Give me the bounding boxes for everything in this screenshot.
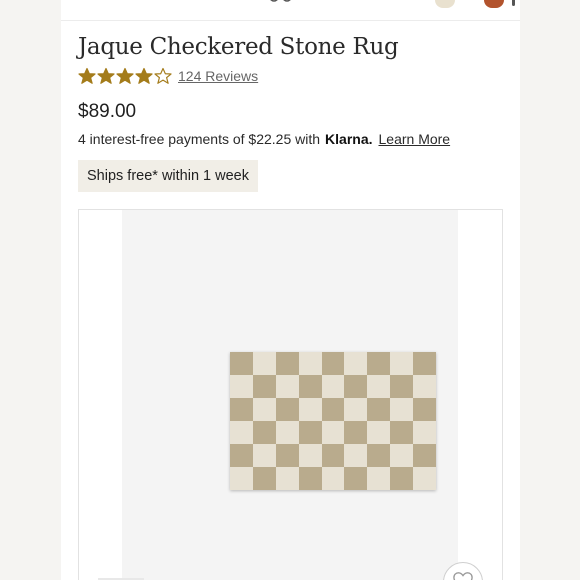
rug-check-square (298, 444, 322, 467)
product-image-gallery[interactable] (78, 209, 503, 580)
rug-check-square (413, 467, 436, 490)
learn-more-link[interactable]: Learn More (379, 131, 451, 147)
rug-check-square (252, 421, 276, 444)
rug-check-square (230, 375, 253, 398)
rug-check-square (321, 352, 345, 375)
product-card: Jaque Checkered Stone Rug 124 Reviews $8… (61, 0, 520, 580)
cart-icon[interactable] (435, 0, 455, 8)
rug-check-square (367, 375, 391, 398)
star-icon-filled (135, 67, 153, 84)
rug-check-square (390, 375, 414, 398)
rug-check-square (413, 444, 436, 467)
rating-stars (78, 67, 172, 85)
rug-check-square (390, 467, 414, 490)
rug-check-square (344, 467, 368, 490)
rug-check-square (275, 375, 299, 398)
rug-check-square (367, 421, 391, 444)
star-icon-empty (154, 67, 172, 84)
product-title: Jaque Checkered Stone Rug (78, 34, 399, 60)
rug-check-square (390, 421, 414, 444)
rug-check-square (344, 421, 368, 444)
product-price: $89.00 (78, 101, 137, 122)
rug-check-square (390, 444, 414, 467)
rug-check-square (413, 421, 436, 444)
heart-icon (453, 572, 473, 580)
rug-check-square (298, 352, 322, 375)
star-icon-filled (116, 67, 134, 84)
rug-check-square (367, 398, 391, 421)
rug-check-square (275, 421, 299, 444)
product-rating: 124 Reviews (78, 66, 258, 86)
rug-check-square (344, 444, 368, 467)
rug-check-square (298, 375, 322, 398)
rug-check-square (230, 467, 253, 490)
star-icon-filled (78, 67, 96, 84)
rug-check-square (252, 444, 276, 467)
site-logo[interactable] (267, 0, 295, 4)
rug-check-square (321, 375, 345, 398)
rug-check-square (252, 375, 276, 398)
rug-check-square (321, 467, 345, 490)
more-menu-icon[interactable] (512, 0, 515, 6)
rug-check-square (252, 352, 276, 375)
rug-check-square (275, 467, 299, 490)
rug-check-square (230, 421, 253, 444)
rug-check-square (413, 375, 436, 398)
rug-check-square (321, 421, 345, 444)
installment-text: 4 interest-free payments of $22.25 with (78, 131, 321, 147)
rug-check-square (390, 352, 414, 375)
rug-check-square (321, 398, 345, 421)
rug-check-square (367, 467, 391, 490)
klarna-logo: Klarna. (325, 131, 373, 147)
rug-check-square (230, 444, 253, 467)
rug-check-square (344, 352, 368, 375)
rug-check-square (413, 352, 436, 375)
rug-check-square (344, 398, 368, 421)
installment-info: 4 interest-free payments of $22.25 with … (78, 131, 450, 147)
product-image[interactable] (230, 352, 436, 490)
rug-check-square (298, 467, 322, 490)
reviews-link[interactable]: 124 Reviews (178, 68, 258, 84)
rug-check-square (413, 398, 436, 421)
rug-check-square (252, 398, 276, 421)
shipping-badge: Ships free* within 1 week (78, 160, 258, 192)
page: Jaque Checkered Stone Rug 124 Reviews $8… (0, 0, 580, 580)
rug-check-square (298, 421, 322, 444)
account-icon[interactable] (484, 0, 504, 8)
rug-check-square (321, 444, 345, 467)
rug-check-square (367, 444, 391, 467)
rug-check-square (230, 398, 253, 421)
rug-check-square (390, 398, 414, 421)
rug-check-square (275, 352, 299, 375)
rug-check-square (230, 352, 253, 375)
rug-check-square (344, 375, 368, 398)
rug-check-square (298, 398, 322, 421)
star-icon-filled (97, 67, 115, 84)
rug-check-square (275, 398, 299, 421)
rug-check-square (367, 352, 391, 375)
rug-check-square (252, 467, 276, 490)
product-image-backdrop (122, 210, 458, 580)
rug-check-square (275, 444, 299, 467)
top-navigation-bar (61, 0, 520, 21)
